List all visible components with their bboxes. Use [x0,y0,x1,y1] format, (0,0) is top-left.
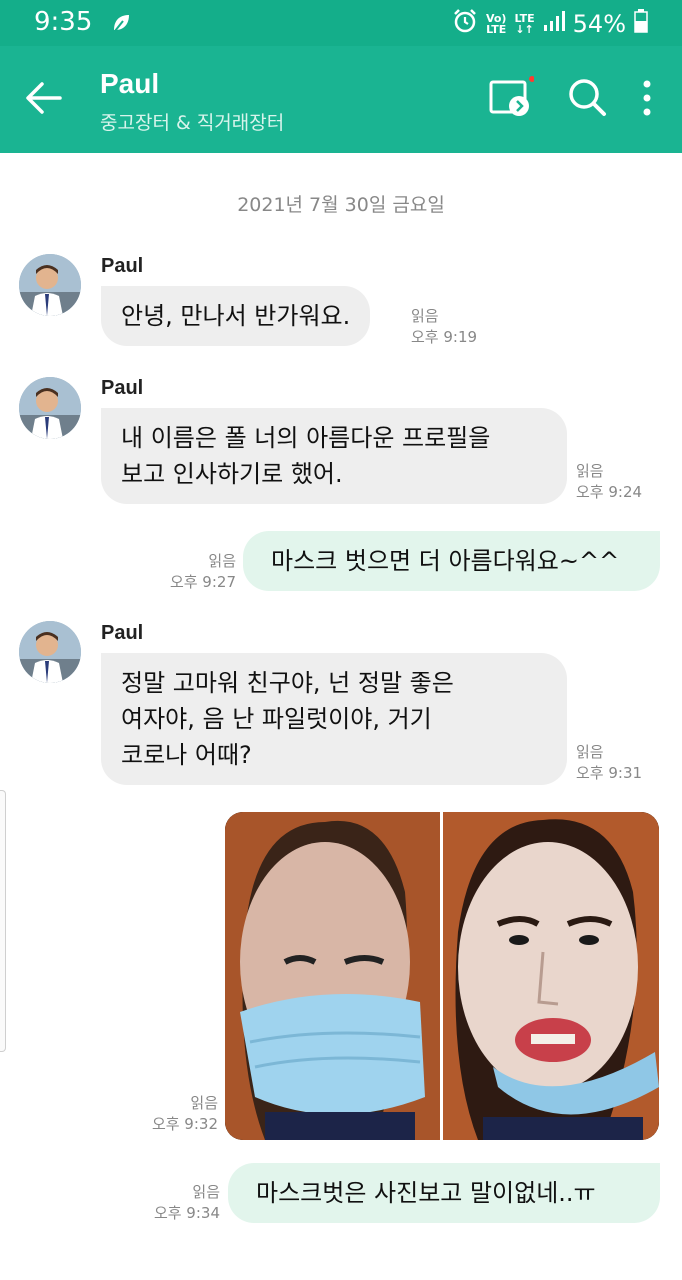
message-meta: 읽음 오후 9:24 [576,461,642,503]
message-line: 코로나 어때? [121,741,252,769]
avatar[interactable] [19,621,81,683]
leaf-notification-icon [110,12,132,38]
alarm-icon [452,8,478,40]
avatar[interactable] [19,254,81,316]
lte-indicator: LTE ↓↑ [514,13,534,35]
cast-screen-icon [489,76,535,116]
message-line: 마스크 벗으면 더 아름다워요~^^ [271,547,620,575]
battery-icon [634,9,648,39]
image-attachment[interactable] [225,812,659,1140]
message-meta: 읽음 오후 9:19 [411,306,477,348]
chat-subtitle: 중고장터 & 직거래장터 [100,112,285,134]
message-time: 오후 9:34 [153,1204,220,1222]
profile-photo [19,621,81,683]
message-bubble[interactable]: 마스크 벗으면 더 아름다워요~^^ [243,531,660,591]
volte-bottom-text: LTE [486,23,507,36]
chat-title: Paul [100,68,160,99]
status-icons: Vo) LTE LTE ↓↑ 54% [452,8,648,40]
share-screen-button[interactable] [488,76,535,120]
chat-header: Paul 중고장터 & 직거래장터 [0,46,682,153]
scroll-handle[interactable] [0,790,6,1052]
message-line: 여자야, 음 난 파일럿이야, 거기 [121,705,432,733]
message-line: 정말 고마워 친구야, 넌 정말 좋은 [121,669,454,697]
back-button[interactable] [24,78,64,118]
message-bubble[interactable]: 정말 고마워 친구야, 넌 정말 좋은 여자야, 음 난 파일럿이야, 거기 코… [101,653,567,785]
message-time: 오후 9:27 [169,573,236,591]
read-receipt: 읽음 [576,743,604,761]
profile-photo [19,377,81,439]
photo-masked-face [225,812,440,1140]
message-meta: 읽음 오후 9:34 [120,1182,220,1224]
arrow-left-icon [26,82,62,114]
message-time: 오후 9:24 [576,483,643,501]
read-receipt: 읽음 [190,1094,218,1112]
status-bar: 9:35 Vo) LTE LTE ↓↑ 54% [0,0,682,46]
message-bubble[interactable]: 내 이름은 폴 너의 아름다운 프로필을 보고 인사하기로 했어. [101,408,567,504]
read-receipt: 읽음 [208,552,236,570]
search-icon [569,79,606,116]
read-receipt: 읽음 [192,1183,220,1201]
sender-name: Paul [101,255,144,277]
message-meta: 읽음 오후 9:31 [576,742,642,784]
more-vertical-icon [643,80,651,116]
date-separator: 2021년 7월 30일 금요일 [237,194,445,216]
sender-name: Paul [101,377,144,399]
lte-arrows-text: ↓↑ [515,23,534,36]
message-bubble[interactable]: 안녕, 만나서 반가워요. [101,286,371,346]
profile-photo [19,254,81,316]
message-meta: 읽음 오후 9:27 [140,551,236,593]
message-bubble[interactable]: 마스크벗은 사진보고 말이없네..ㅠ [228,1163,660,1223]
message-line: 마스크벗은 사진보고 말이없네..ㅠ [256,1179,596,1207]
read-receipt: 읽음 [576,462,604,480]
message-line: 내 이름은 폴 너의 아름다운 프로필을 [121,424,491,452]
message-meta: 읽음 오후 9:32 [120,1093,218,1135]
photo-unmasked-face [443,812,659,1140]
message-time: 오후 9:31 [576,764,643,782]
message-time: 오후 9:19 [411,328,478,346]
battery-percent: 54% [572,10,626,38]
status-time: 9:35 [34,7,93,37]
message-time: 오후 9:32 [151,1115,218,1133]
avatar[interactable] [19,377,81,439]
search-button[interactable] [566,76,610,120]
signal-icon [543,10,565,38]
message-line: 안녕, 만나서 반가워요. [121,302,351,330]
notification-dot [529,76,535,82]
volte-indicator: Vo) LTE [486,13,507,35]
sender-name: Paul [101,622,144,644]
message-line: 보고 인사하기로 했어. [121,460,343,488]
more-options-button[interactable] [632,76,662,120]
read-receipt: 읽음 [411,307,439,325]
